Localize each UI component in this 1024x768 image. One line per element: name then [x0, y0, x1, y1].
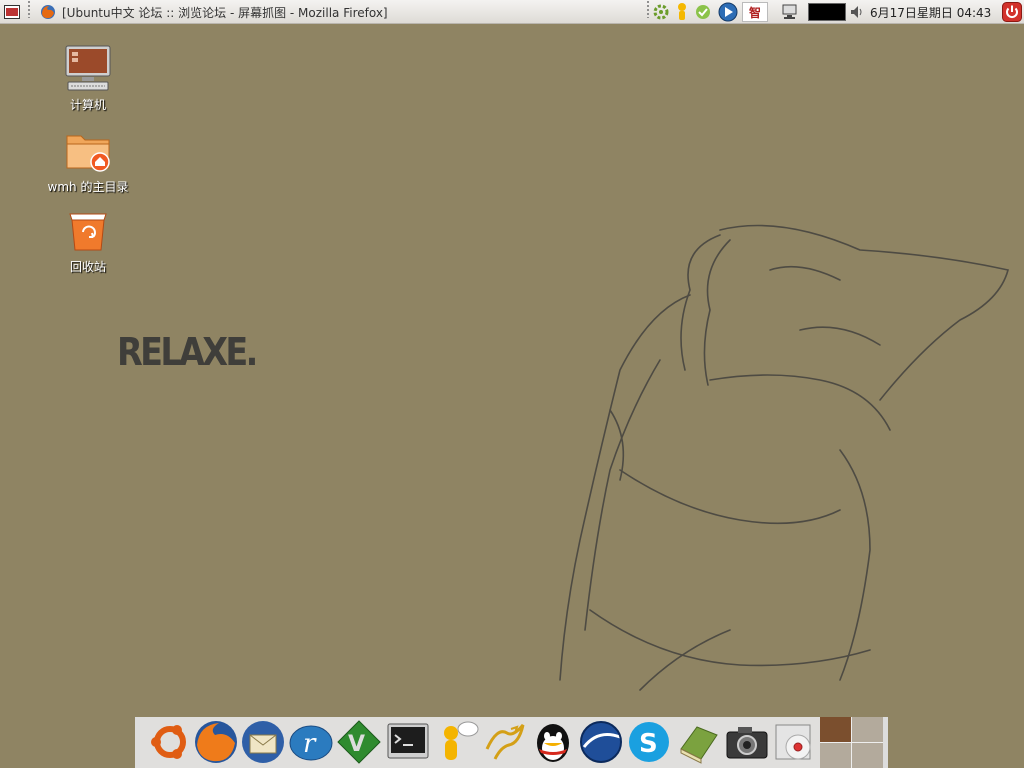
taskbar-window-button[interactable]: [Ubuntu中文 论坛 :: 浏览论坛 - 屏幕抓图 - Mozilla Fi…	[40, 0, 440, 24]
workspace-2[interactable]	[852, 717, 883, 742]
svg-text:r: r	[303, 729, 317, 759]
workspace-4[interactable]	[852, 743, 883, 768]
svg-text:V: V	[348, 732, 365, 757]
realplayer-icon[interactable]: r	[288, 719, 334, 765]
wallpaper-text: RELAXE.	[117, 330, 258, 374]
update-notifier-icon[interactable]	[652, 3, 670, 21]
computer-icon	[65, 45, 111, 91]
ubuntu-icon[interactable]	[147, 719, 193, 765]
desktop-icon-label: 回收站	[69, 260, 106, 274]
pidgin-icon[interactable]	[435, 719, 481, 765]
svg-text:S: S	[639, 729, 658, 759]
vim-icon[interactable]: V	[336, 719, 382, 765]
wallpaper-sketch	[559, 224, 1009, 691]
media-player-icon[interactable]	[718, 2, 738, 22]
speaker-glyph	[851, 6, 862, 18]
panel-drag-handle[interactable]	[27, 0, 31, 18]
chat-status-icon[interactable]	[694, 3, 714, 21]
power-button[interactable]	[1002, 0, 1022, 24]
volume-icon[interactable]	[850, 0, 864, 24]
desktop-icon-label: 计算机	[69, 98, 106, 112]
system-load-monitor[interactable]	[808, 3, 846, 21]
camera-icon[interactable]	[724, 719, 770, 765]
pidgin-tray-icon[interactable]	[674, 2, 690, 22]
input-method-indicator[interactable]: 智	[742, 2, 768, 22]
top-panel: [Ubuntu中文 论坛 :: 浏览论坛 - 屏幕抓图 - Mozilla Fi…	[0, 0, 1024, 24]
firefox-small-icon	[41, 5, 55, 19]
desktop-icon-label: wmh 的主目录	[47, 180, 129, 194]
workspace-3[interactable]	[820, 743, 851, 768]
panel-drag-handle-right[interactable]	[646, 0, 650, 18]
google-earth-icon[interactable]	[578, 719, 624, 765]
desktop-icon-trash[interactable]: 回收站	[33, 206, 143, 275]
thunderbird-icon[interactable]	[240, 719, 286, 765]
dock-bar: r V S	[135, 717, 888, 768]
home-folder-icon	[66, 135, 110, 172]
taskbar-window-title: [Ubuntu中文 论坛 :: 浏览论坛 - 屏幕抓图 - Mozilla Fi…	[62, 5, 388, 20]
system-tray: 智	[652, 0, 772, 24]
terminal-icon[interactable]	[385, 719, 431, 765]
show-desktop-icon	[4, 5, 20, 19]
power-icon	[1002, 2, 1022, 22]
qq-icon[interactable]	[530, 719, 576, 765]
workspace-switcher[interactable]	[820, 717, 883, 768]
skype-icon[interactable]: S	[626, 719, 672, 765]
trash-icon	[69, 213, 107, 251]
network-icon[interactable]	[780, 0, 800, 24]
desktop-icon-home[interactable]: wmh 的主目录	[33, 126, 143, 195]
network-monitor-glyph	[782, 4, 797, 19]
stardict-icon[interactable]	[483, 719, 529, 765]
workspace-1[interactable]	[820, 717, 851, 742]
firefox-icon[interactable]	[193, 719, 239, 765]
cd-burner-icon[interactable]	[772, 719, 818, 765]
clock[interactable]: 6月17日星期日 04:43	[870, 0, 991, 24]
show-desktop-button[interactable]	[2, 0, 22, 24]
dictionary-book-icon[interactable]	[675, 719, 721, 765]
desktop-icon-computer[interactable]: 计算机	[33, 44, 143, 113]
